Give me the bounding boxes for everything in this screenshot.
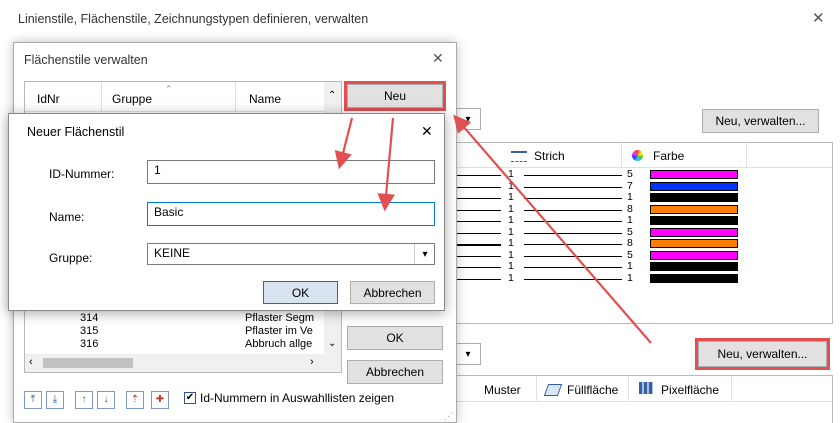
annotation-arrows <box>334 114 652 344</box>
arrow-to-id-field <box>334 117 354 170</box>
arrow-to-neu-verwalten <box>453 114 652 344</box>
arrow-to-name-field <box>377 117 395 212</box>
